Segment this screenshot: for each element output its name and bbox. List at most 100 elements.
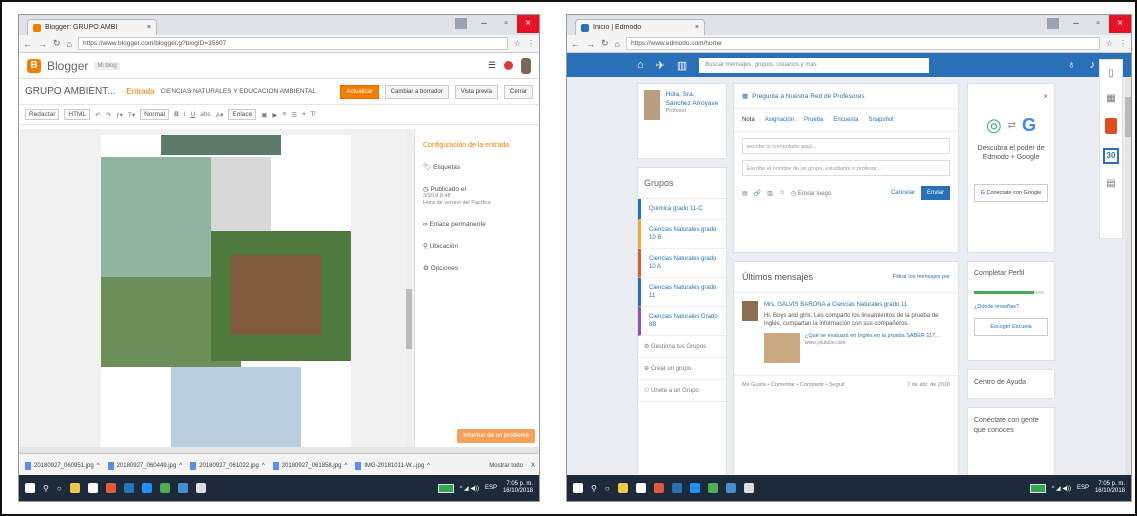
manage-groups-link[interactable]: ⚙ Gestiona tus Grupos [638, 336, 726, 358]
quote-icon[interactable]: ❝ [302, 111, 306, 119]
backpack-icon[interactable]: ▯ [1108, 68, 1114, 79]
task-view-icon[interactable]: ○ [605, 484, 610, 493]
attach-file-icon[interactable]: ▤ [742, 190, 748, 197]
library-attach-icon[interactable]: ▥ [767, 190, 773, 197]
store-icon[interactable] [635, 483, 646, 493]
compose-mode-button[interactable]: Redactar [25, 109, 60, 120]
close-button[interactable]: Cerrar [503, 84, 533, 99]
apps-grid-icon[interactable]: ☰ [488, 60, 496, 71]
italic-icon[interactable]: I [184, 111, 186, 118]
forward-icon[interactable]: → [586, 39, 595, 49]
strikethrough-icon[interactable]: abc [200, 111, 210, 118]
grid-icon[interactable]: ▦ [1106, 93, 1115, 104]
post-editor-area[interactable] [19, 129, 415, 447]
spotlight-icon[interactable]: ♁ [1067, 59, 1075, 71]
user-chip[interactable] [1047, 18, 1059, 29]
app-icon[interactable] [743, 483, 754, 493]
show-all-downloads-button[interactable]: Mostrar todo [489, 463, 523, 469]
tab-poll[interactable]: Encuesta [833, 117, 858, 123]
blog-title[interactable]: GRUPO AMBIENT... [25, 86, 116, 97]
network-icon[interactable]: ^ ◢ ◀)) [1052, 485, 1071, 492]
avatar[interactable] [521, 57, 531, 74]
labels-item[interactable]: 🏷 Etiquetas [423, 156, 535, 178]
url-input[interactable]: https://www.edmodo.com/home [625, 37, 1100, 50]
html-mode-button[interactable]: HTML [64, 109, 91, 120]
notifications-icon[interactable] [504, 61, 513, 70]
revert-draft-button[interactable]: Cambiar a borrador [384, 84, 449, 99]
close-window-icon[interactable]: × [1109, 15, 1131, 33]
edge-icon[interactable] [141, 483, 152, 493]
office-icon[interactable] [105, 483, 116, 493]
extensions-icon[interactable]: ⋮ [527, 39, 535, 48]
publish-button[interactable]: Actualizar [340, 84, 379, 99]
star-icon[interactable]: ☆ [514, 39, 521, 48]
extensions-icon[interactable]: ⋮ [1119, 39, 1127, 48]
preview-button[interactable]: Vista previa [454, 84, 498, 99]
maximize-icon[interactable]: ▫ [1087, 15, 1109, 33]
underline-icon[interactable]: U [191, 111, 196, 118]
user-chip[interactable] [455, 18, 467, 29]
choose-school-button[interactable]: Escoger Escuela [974, 318, 1048, 336]
list-icon[interactable]: ☰ [291, 111, 297, 119]
where-teach-link[interactable]: ¿Dónde enseñas? [974, 304, 1048, 310]
bell-icon[interactable]: ♪ [1090, 59, 1096, 71]
clear-format-icon[interactable]: T̸ [311, 111, 315, 118]
post-action-links[interactable]: Me Gusta • Comentar • Compartir • Seguir [742, 382, 845, 388]
filter-dropdown[interactable]: Filtrar los mensajes por [893, 274, 950, 280]
options-item[interactable]: ⚙ Opciones [423, 257, 535, 279]
tab-quiz[interactable]: Prueba [804, 117, 823, 123]
align-icon[interactable]: ≡ [282, 111, 286, 118]
word-icon[interactable] [123, 483, 134, 493]
back-icon[interactable]: ← [23, 39, 32, 49]
url-input[interactable]: https://www.blogger.com/blogger.g?blogID… [77, 37, 508, 50]
download-item[interactable]: 20180927_061858.jpg ^ [272, 461, 347, 470]
group-item[interactable]: Ciencias Naturales grado 11 [638, 278, 726, 307]
report-problem-button[interactable]: Informar de un problema [457, 429, 535, 443]
start-icon[interactable] [573, 483, 583, 493]
my-blogs-dropdown[interactable]: Mi blog [94, 61, 120, 70]
chrome-icon[interactable] [159, 483, 170, 493]
recipients-input[interactable]: Escribe el nombre de un grupo, estudiant… [742, 160, 950, 176]
undo-icon[interactable]: ↶ [95, 111, 100, 119]
published-item[interactable]: ◷ Publicado el 3/9/18 8:48 Hora de veran… [423, 178, 535, 214]
download-item[interactable]: 20180927_061022.jpg ^ [190, 461, 265, 470]
app-icon[interactable] [195, 483, 206, 493]
search-icon[interactable]: ⚲ [43, 484, 49, 493]
download-item[interactable]: IMG-20181011-W...jpg ^ [355, 461, 430, 470]
send-button[interactable]: Enviar [920, 186, 950, 200]
clock[interactable]: 7:05 p. m. 16/10/2018 [503, 481, 533, 495]
network-icon[interactable]: ^ ◢ ◀)) [460, 485, 479, 492]
planner-icon[interactable]: ▤ [1106, 178, 1115, 189]
task-view-icon[interactable]: ○ [57, 484, 62, 493]
image-icon[interactable]: ▣ [261, 111, 267, 119]
photos-icon[interactable] [725, 483, 736, 493]
download-item[interactable]: 20180927_060449.jpg ^ [107, 461, 182, 470]
store-icon[interactable] [87, 483, 98, 493]
connect-google-button[interactable]: G Conectate con Google [974, 184, 1048, 202]
battery-icon[interactable] [437, 483, 454, 493]
browser-tab-blogger[interactable]: Blogger: GRUPO AMBI × [27, 19, 157, 35]
discover-icon[interactable]: ✈ [656, 59, 665, 72]
calendar-icon[interactable]: 30 [1103, 148, 1119, 164]
page-scrollbar[interactable] [1125, 77, 1131, 477]
battery-icon[interactable] [1029, 483, 1046, 493]
back-icon[interactable]: ← [571, 39, 580, 49]
close-promo-icon[interactable]: × [974, 92, 1048, 101]
maximize-icon[interactable]: ▫ [495, 15, 517, 33]
chrome-icon[interactable] [707, 483, 718, 493]
browser-tab-edmodo[interactable]: Inicio | Edmodo × [575, 19, 705, 35]
forward-icon[interactable]: → [38, 39, 47, 49]
connect-people-card[interactable]: Conéctate con gente que conoces [967, 407, 1055, 477]
note-body-input[interactable]: escribe tu comentario aquí... [742, 138, 950, 154]
text-color-icon[interactable]: A▾ [216, 111, 224, 119]
cancel-button[interactable]: Cancelar [891, 190, 915, 196]
star-icon[interactable]: ☆ [1106, 39, 1113, 48]
word-icon[interactable] [671, 483, 682, 493]
permalink-item[interactable]: ∞ Enlace permanente [423, 214, 535, 235]
photos-icon[interactable] [177, 483, 188, 493]
tab-snapshot[interactable]: Snapshot [868, 117, 893, 123]
clock[interactable]: 7:05 p. m. 16/10/2018 [1095, 481, 1125, 495]
link-preview[interactable]: ¿Qué se evaluará en Inglés en la prueba … [764, 333, 950, 363]
language-indicator[interactable]: ESP [485, 485, 497, 491]
home-icon[interactable]: ⌂ [67, 39, 72, 49]
